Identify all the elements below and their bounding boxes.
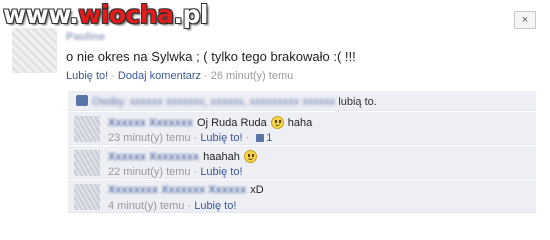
commenter-avatar[interactable] (74, 150, 100, 176)
comment-line: Xxxxxx Xxxxxxx Oj Ruda Ruda haha (108, 116, 312, 129)
like-post-link[interactable]: Lubię to! (66, 70, 108, 82)
post-time[interactable]: 26 minut(y) temu (211, 70, 294, 82)
comment-item: Xxxxxx Xxxxxxx Oj Ruda Ruda haha 23 minut(… (68, 112, 536, 145)
separator: · (111, 70, 115, 82)
comment-text: xD (250, 184, 264, 196)
like-comment-link[interactable]: Lubię to! (200, 166, 242, 178)
separator: · (204, 70, 208, 82)
comment-item: Xxxxxxxx Xxxxxxx Xxxxxx xD 4 minut(y) tem… (68, 180, 536, 213)
commenter-avatar[interactable] (74, 116, 100, 142)
commenter-name[interactable]: Xxxxxxxx Xxxxxxx Xxxxxx (108, 184, 246, 196)
like-comment-link[interactable]: Lubię to! (194, 200, 236, 212)
comment-meta: 4 minut(y) temu · Lubię to! (108, 200, 237, 212)
comment-line: Xxxxxx Xxxxxxxx haahah (108, 150, 261, 163)
like-comment-link[interactable]: Lubię to! (200, 132, 242, 144)
watermark-accent: wiocha (78, 0, 174, 29)
likes-bar: Osoby: xxxxxx xxxxxxx, xxxxxx, xxxxxxxxx… (68, 91, 536, 111)
comment-line: Xxxxxxxx Xxxxxxx Xxxxxx xD (108, 184, 264, 196)
poster-name[interactable]: Pauline (66, 31, 105, 43)
watermark-suffix: .pl (173, 0, 209, 29)
commenter-name[interactable]: Xxxxxx Xxxxxxx (108, 117, 193, 129)
comment-item: Xxxxxx Xxxxxxxx haahah 22 minut(y) temu ·… (68, 146, 536, 179)
comment-like-count[interactable]: 1 (266, 132, 272, 144)
comment-text: haahah (203, 151, 240, 163)
thumbs-up-icon (76, 95, 88, 106)
comment-text-after: haha (287, 117, 313, 129)
commenter-name[interactable]: Xxxxxx Xxxxxxxx (108, 151, 199, 163)
watermark-prefix: www. (3, 0, 79, 29)
likers-names[interactable]: Osoby: xxxxxx xxxxxxx, xxxxxx, xxxxxxxxx… (92, 96, 335, 108)
post-text: o nie okres na Sylwka ; ( tylko tego bra… (66, 49, 356, 64)
comment-meta: 22 minut(y) temu · Lubię to! (108, 166, 243, 178)
comment-meta: 23 minut(y) temu · Lubię to! · 1 (108, 132, 273, 144)
comment-time[interactable]: 4 minut(y) temu (108, 200, 184, 212)
comment-text: Oj Ruda Ruda (197, 117, 267, 129)
add-comment-link[interactable]: Dodaj komentarz (118, 70, 201, 82)
post-meta: Lubię to! · Dodaj komentarz · 26 minut(y) te… (66, 70, 293, 82)
poster-avatar[interactable] (12, 28, 57, 73)
commenter-avatar[interactable] (74, 184, 100, 210)
likes-tail: lubią to. (338, 96, 377, 108)
smile-emoticon-icon (243, 150, 257, 163)
smile-emoticon-icon (270, 116, 284, 129)
comment-time[interactable]: 22 minut(y) temu (108, 166, 191, 178)
thumbs-up-icon (256, 134, 265, 142)
close-icon[interactable]: × (514, 11, 536, 29)
site-watermark: www.wiocha.pl (3, 0, 208, 29)
comment-time[interactable]: 23 minut(y) temu (108, 132, 191, 144)
